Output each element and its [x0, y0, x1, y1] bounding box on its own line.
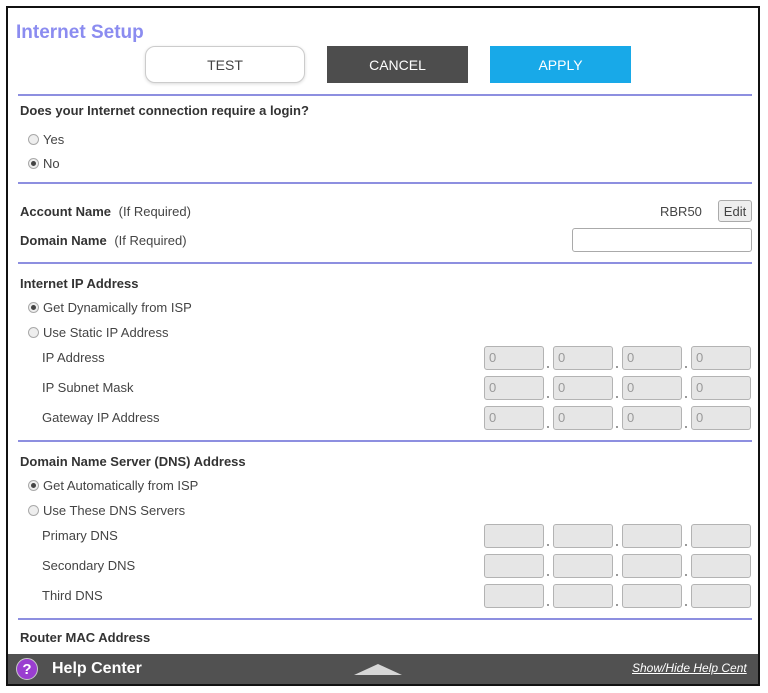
octet-separator [616, 426, 618, 428]
octet-separator [685, 574, 687, 576]
help-center-bar: ? Help Center Show/Hide Help Cent [8, 654, 758, 684]
octet-separator [685, 426, 687, 428]
octet-separator [616, 574, 618, 576]
login-yes-radio[interactable] [28, 134, 39, 145]
apply-button[interactable]: APPLY [490, 46, 631, 83]
ip-section-title: Internet IP Address [20, 276, 139, 291]
gateway-label: Gateway IP Address [42, 410, 160, 425]
primary-dns-octet-2[interactable] [553, 524, 613, 548]
subnet-octet-2[interactable]: 0 [553, 376, 613, 400]
third-dns-octet-2[interactable] [553, 584, 613, 608]
octet-separator [547, 544, 549, 546]
subnet-octet-4[interactable]: 0 [691, 376, 751, 400]
gateway-octet-4[interactable]: 0 [691, 406, 751, 430]
edit-button[interactable]: Edit [718, 200, 752, 222]
domain-name-label: Domain Name [20, 233, 107, 248]
divider [18, 262, 752, 264]
domain-name-input[interactable] [572, 228, 752, 252]
mac-section-title: Router MAC Address [20, 630, 151, 645]
ip-address-label: IP Address [42, 350, 105, 365]
octet-separator [685, 604, 687, 606]
account-name-value: RBR50 [660, 204, 702, 219]
login-yes-label[interactable]: Yes [43, 132, 64, 147]
divider [18, 94, 752, 96]
octet-separator [685, 396, 687, 398]
octet-separator [616, 366, 618, 368]
ip-dynamic-radio[interactable] [28, 302, 39, 313]
subnet-octet-1[interactable]: 0 [484, 376, 544, 400]
login-question: Does your Internet connection require a … [20, 103, 309, 118]
internet-setup-panel: Internet Setup TEST CANCEL APPLY Does yo… [6, 6, 760, 686]
divider [18, 618, 752, 620]
dns-manual-label[interactable]: Use These DNS Servers [43, 503, 185, 518]
octet-separator [547, 574, 549, 576]
octet-separator [547, 396, 549, 398]
primary-dns-octet-1[interactable] [484, 524, 544, 548]
ip-address-octet-1[interactable]: 0 [484, 346, 544, 370]
third-dns-octet-1[interactable] [484, 584, 544, 608]
dns-section-title: Domain Name Server (DNS) Address [20, 454, 246, 469]
octet-separator [616, 544, 618, 546]
third-dns-label: Third DNS [42, 588, 103, 603]
third-dns-octet-4[interactable] [691, 584, 751, 608]
test-button[interactable]: TEST [145, 46, 305, 83]
divider [18, 182, 752, 184]
secondary-dns-octet-4[interactable] [691, 554, 751, 578]
question-circle-icon[interactable]: ? [16, 658, 38, 680]
secondary-dns-octet-2[interactable] [553, 554, 613, 578]
dns-manual-radio[interactable] [28, 505, 39, 516]
subnet-octet-3[interactable]: 0 [622, 376, 682, 400]
cancel-button[interactable]: CANCEL [327, 46, 468, 83]
octet-separator [685, 366, 687, 368]
caret-up-icon[interactable] [354, 664, 402, 675]
page-title: Internet Setup [16, 22, 144, 43]
octet-separator [685, 544, 687, 546]
login-no-radio[interactable] [28, 158, 39, 169]
third-dns-octet-3[interactable] [622, 584, 682, 608]
primary-dns-label: Primary DNS [42, 528, 118, 543]
dns-auto-label[interactable]: Get Automatically from ISP [43, 478, 198, 493]
gateway-octet-1[interactable]: 0 [484, 406, 544, 430]
octet-separator [616, 604, 618, 606]
octet-separator [547, 366, 549, 368]
subnet-mask-label: IP Subnet Mask [42, 380, 134, 395]
octet-separator [616, 396, 618, 398]
domain-name-hint: (If Required) [114, 233, 187, 248]
primary-dns-octet-4[interactable] [691, 524, 751, 548]
secondary-dns-octet-1[interactable] [484, 554, 544, 578]
ip-static-radio[interactable] [28, 327, 39, 338]
gateway-octet-3[interactable]: 0 [622, 406, 682, 430]
dns-auto-radio[interactable] [28, 480, 39, 491]
ip-static-label[interactable]: Use Static IP Address [43, 325, 169, 340]
show-hide-help-link[interactable]: Show/Hide Help Cent [632, 661, 747, 675]
login-no-label[interactable]: No [43, 156, 60, 171]
divider [18, 440, 752, 442]
account-name-row: Account Name (If Required) [20, 204, 191, 219]
secondary-dns-label: Secondary DNS [42, 558, 136, 573]
account-name-hint: (If Required) [118, 204, 191, 219]
primary-dns-octet-3[interactable] [622, 524, 682, 548]
domain-name-row: Domain Name (If Required) [20, 233, 187, 248]
octet-separator [547, 426, 549, 428]
ip-address-octet-2[interactable]: 0 [553, 346, 613, 370]
octet-separator [547, 604, 549, 606]
ip-address-octet-4[interactable]: 0 [691, 346, 751, 370]
ip-address-octet-3[interactable]: 0 [622, 346, 682, 370]
gateway-octet-2[interactable]: 0 [553, 406, 613, 430]
account-name-label: Account Name [20, 204, 112, 219]
ip-dynamic-label[interactable]: Get Dynamically from ISP [43, 300, 192, 315]
secondary-dns-octet-3[interactable] [622, 554, 682, 578]
help-center-label[interactable]: Help Center [52, 660, 142, 678]
